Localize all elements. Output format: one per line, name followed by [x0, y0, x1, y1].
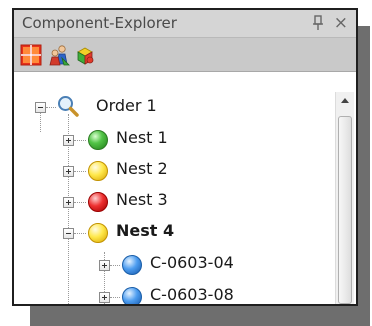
toolbar	[14, 38, 356, 72]
panel-title: Component-Explorer	[22, 14, 177, 32]
tree-node-nest[interactable]: Nest 1	[14, 124, 314, 154]
red-status-icon	[88, 192, 108, 212]
collapse-toggle[interactable]	[63, 228, 74, 239]
tree-node-component[interactable]: C-0603-08	[14, 281, 314, 304]
tree-node-label: Nest 4	[116, 221, 175, 240]
blue-status-icon	[122, 255, 142, 275]
green-status-icon	[88, 130, 108, 150]
yellow-status-icon	[88, 161, 108, 181]
tree-node-label: C-0603-08	[150, 285, 234, 304]
tree-node-nest[interactable]: Nest 2	[14, 155, 314, 185]
users-icon	[49, 45, 70, 66]
close-button[interactable]: ×	[334, 13, 348, 33]
component-explorer-panel: Component-Explorer × Order 1 Nest 1 Nest…	[12, 8, 358, 306]
expand-toggle[interactable]	[63, 197, 74, 208]
grid-view-icon	[20, 44, 42, 66]
expand-toggle[interactable]	[99, 292, 110, 303]
expand-toggle[interactable]	[99, 260, 110, 271]
blue-status-icon	[122, 287, 142, 304]
tree-node-label: Nest 3	[116, 190, 168, 209]
title-bar: Component-Explorer ×	[14, 10, 356, 38]
pin-icon[interactable]	[310, 13, 326, 33]
grid-view-button[interactable]	[20, 44, 42, 66]
tree-node-component[interactable]: C-0603-04	[14, 249, 314, 279]
search-icon	[56, 94, 80, 118]
components-button[interactable]	[74, 44, 96, 66]
tree-node-label: Nest 2	[116, 159, 168, 178]
tree-view: Order 1 Nest 1 Nest 2 Nest 3 Nest 4 C-06…	[14, 92, 356, 304]
expand-toggle[interactable]	[63, 166, 74, 177]
yellow-status-icon	[88, 223, 108, 243]
expand-toggle[interactable]	[63, 135, 74, 146]
components-icon	[77, 47, 94, 65]
tree-node-label: C-0603-04	[150, 253, 234, 272]
tree-node-nest[interactable]: Nest 4	[14, 217, 314, 247]
tree-node-label: Nest 1	[116, 128, 168, 147]
scrollbar-thumb[interactable]	[338, 116, 352, 304]
scroll-up-arrow-icon[interactable]	[336, 92, 354, 110]
tree-node-order[interactable]: Order 1	[14, 92, 314, 122]
collapse-toggle[interactable]	[35, 102, 46, 113]
users-button[interactable]	[48, 44, 70, 66]
vertical-scrollbar[interactable]	[335, 92, 354, 304]
tree-node-nest[interactable]: Nest 3	[14, 186, 314, 216]
tree-node-label: Order 1	[96, 96, 157, 115]
